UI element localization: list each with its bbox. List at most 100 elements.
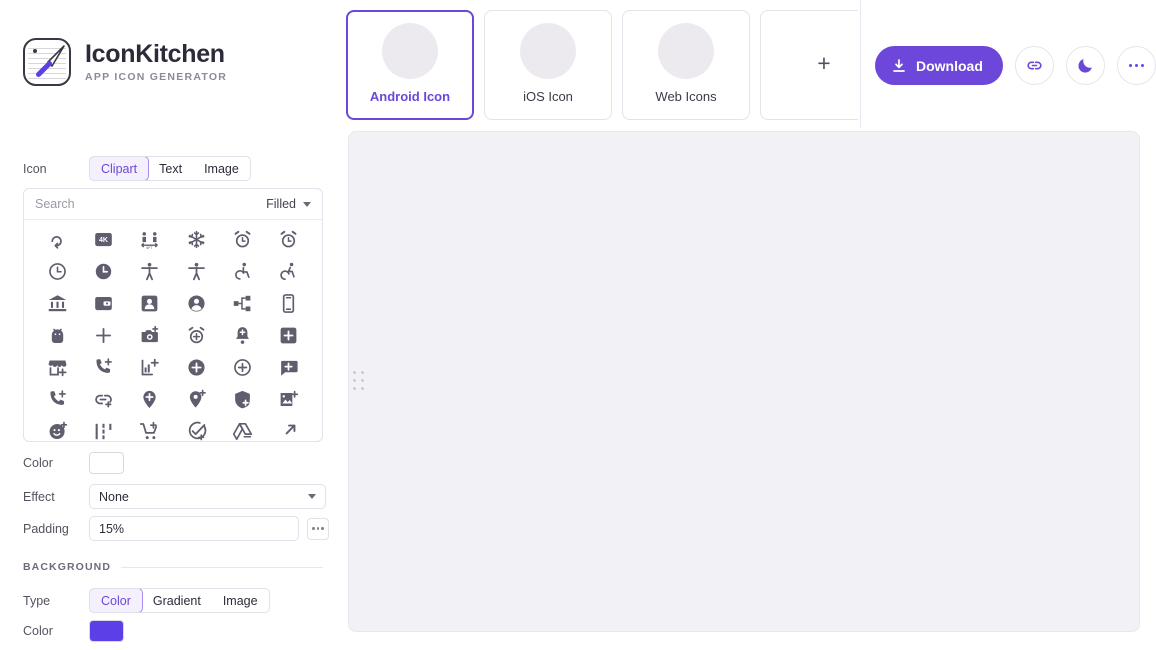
clipart-browser: Filled 4K 6FT [23,188,323,442]
top-actions: Download [875,46,1156,85]
more-dot [1128,63,1133,68]
add-comment-icon[interactable] [266,356,312,378]
icon-color-row: Color [23,452,124,474]
background-type-image[interactable]: Image [212,589,269,612]
add-photo-alternate-icon[interactable] [266,388,312,410]
4k-icon[interactable]: 4K [80,228,126,250]
access-time-icon[interactable] [34,260,80,282]
clipart-icon-grid[interactable]: 4K 6FT [24,220,322,441]
icon-style-filter-label: Filled [266,197,296,211]
icon-padding-row: Padding [23,516,329,541]
add-box-icon[interactable] [266,324,312,346]
rotate-loop-icon[interactable] [34,228,80,250]
tab-label: iOS Icon [523,88,573,104]
account-tree-icon[interactable] [219,292,265,314]
add-task-icon[interactable] [173,420,219,441]
icon-effect-value: None [99,489,129,504]
add-alert-icon[interactable] [219,324,265,346]
access-alarm-icon[interactable] [219,228,265,250]
icon-source-image[interactable]: Image [193,157,250,180]
add-link-icon[interactable] [80,388,126,410]
tab-thumbnail [382,22,438,79]
background-heading-text: BACKGROUND [23,561,111,573]
tab-label: Android Icon [369,88,451,104]
accessibility-new-icon[interactable] [173,260,219,282]
accessible-forward-icon[interactable] [266,260,312,282]
add-to-drive-icon[interactable] [219,420,265,441]
panel-resize-drag-handle[interactable] [353,371,365,392]
section-divider [121,566,323,568]
icon-effect-label: Effect [23,489,55,504]
icon-label: Icon [23,161,47,176]
account-box-icon[interactable] [127,292,173,314]
background-color-swatch[interactable] [89,620,124,642]
more-options-button[interactable] [1116,46,1156,85]
background-type-segmented[interactable]: Color Gradient Image [89,588,270,613]
copy-link-button[interactable] [1014,46,1054,85]
link-icon [1027,61,1042,70]
add-business-icon[interactable] [34,356,80,378]
add-road-icon[interactable] [80,420,126,441]
icon-source-text[interactable]: Text [148,157,193,180]
background-color-label: Color [23,624,53,638]
access-alarms-icon[interactable] [266,228,312,250]
tab-thumbnail [520,22,576,79]
tab-card[interactable]: Web Icons [622,10,750,120]
svg-text:6FT: 6FT [147,246,154,250]
icon-effect-select[interactable]: None [89,484,326,509]
account-balance-wallet-icon[interactable] [80,292,126,314]
theme-toggle-button[interactable] [1065,46,1105,85]
add-icon[interactable] [80,324,126,346]
account-balance-icon[interactable] [34,292,80,314]
add-chart-icon[interactable] [127,356,173,378]
add-circle-outline-icon[interactable] [219,356,265,378]
background-type-gradient[interactable]: Gradient [142,589,212,612]
tab-card[interactable]: iOS Icon [484,10,612,120]
add-call-icon[interactable] [80,356,126,378]
icon-padding-more-button[interactable] [307,517,329,540]
search-input[interactable] [35,197,267,211]
ad-units-icon[interactable] [266,292,312,314]
add-location-alt-icon[interactable] [173,388,219,410]
add-ic-call-icon[interactable] [34,388,80,410]
icon-source-segmented[interactable]: Clipart Text Image [89,156,251,181]
plus-icon: + [817,49,831,76]
background-type-color[interactable]: Color [89,589,143,612]
access-time-filled-icon[interactable] [80,260,126,282]
add-tab-button[interactable]: + [760,10,858,120]
icon-preview-canvas [348,131,1140,632]
account-circle-icon[interactable] [173,292,219,314]
social-distance-icon[interactable]: 6FT [127,228,173,250]
add-location-icon[interactable] [127,388,173,410]
icon-effect-row: Effect None [23,484,326,509]
icon-color-swatch[interactable] [89,452,124,474]
add-a-photo-icon[interactable] [127,324,173,346]
brand-title: IconKitchen [85,39,225,68]
download-icon [893,58,905,72]
background-type-row: Type Color Gradient Image [23,588,270,613]
download-button[interactable]: Download [875,46,1003,85]
brand-subtitle: APP ICON GENERATOR [85,71,228,84]
left-control-panel: IconKitchen APP ICON GENERATOR Icon Clip… [0,0,340,650]
moon-icon [1078,59,1092,73]
adb-icon[interactable] [34,324,80,346]
ac-unit-icon[interactable] [173,228,219,250]
icon-color-label: Color [23,456,53,470]
add-alarm-icon[interactable] [173,324,219,346]
add-to-home-screen-icon[interactable] [266,420,312,441]
tab-card[interactable]: Android Icon [346,10,474,120]
background-type-label: Type [23,593,51,608]
more-dot [1134,63,1139,68]
add-circle-icon[interactable] [173,356,219,378]
add-shopping-cart-icon[interactable] [127,420,173,441]
icon-platform-tabstrip[interactable]: Android Icon iOS Icon Web Icons + [346,10,858,122]
add-reaction-icon[interactable] [34,420,80,441]
accessible-icon[interactable] [219,260,265,282]
icon-source-clipart[interactable]: Clipart [89,157,150,180]
app-logo-icon [23,38,71,86]
icon-padding-input[interactable] [89,516,299,541]
chevron-down-icon [303,201,311,207]
icon-style-filter[interactable]: Filled [266,197,311,211]
accessibility-icon[interactable] [127,260,173,282]
add-moderator-icon[interactable] [219,388,265,410]
